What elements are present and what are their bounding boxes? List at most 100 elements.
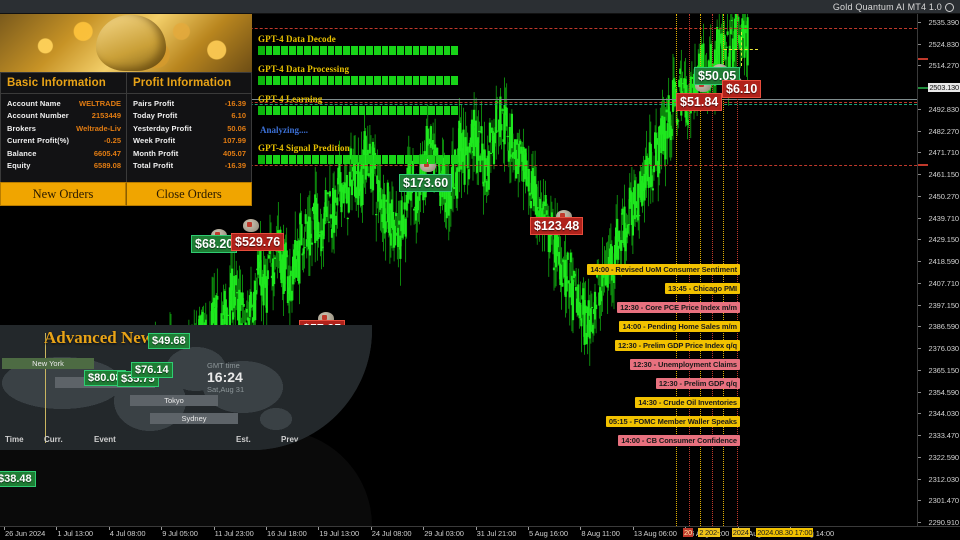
trade-tag-profit[interactable]: $76.14 <box>131 362 173 378</box>
axis-tick <box>918 282 921 284</box>
axis-tick <box>918 195 921 197</box>
trade-tag-profit[interactable]: $38.48 <box>0 471 36 487</box>
news-item[interactable]: 14:00 - CB Consumer Confidence <box>618 435 740 446</box>
axis-tick <box>918 413 921 415</box>
info-row-current-profit: Current Profit(%) -0.25 <box>1 135 126 148</box>
axis-tick <box>918 369 921 371</box>
value-account-number: 2153449 <box>91 111 121 121</box>
basic-information-heading: Basic Information <box>1 73 126 94</box>
price-tick-label: 2365.150 <box>928 365 960 375</box>
info-row-equity: Equity 6589.08 <box>1 160 126 173</box>
time-highlight-label[interactable]: 2024 <box>731 528 750 537</box>
gpt-decode-progressbar <box>258 46 459 55</box>
price-tick-label: 2312.030 <box>928 474 960 484</box>
gold-artwork-banner <box>0 14 252 72</box>
price-tick-label: 2429.150 <box>928 235 960 245</box>
news-item[interactable]: 12:30 - Prelim GDP Price Index q/q <box>614 340 740 351</box>
price-tick-label: 2344.030 <box>928 409 960 419</box>
session-bar-tokyo: Tokyo <box>130 395 218 406</box>
time-axis[interactable]: 26 Jun 2024 1 Jul 13:00 4 Jul 08:00 9 Jul 0… <box>0 526 960 540</box>
label-total-profit: Total Profit <box>133 161 174 171</box>
label-brokers: Brokers <box>7 123 37 133</box>
current-price-tag[interactable]: 2503.130 <box>928 83 960 93</box>
trade-tag-profit[interactable]: $173.60 <box>399 174 453 192</box>
news-item[interactable]: 12:30 - Core PCE Price Index m/m <box>617 302 740 313</box>
price-tick-label: 2407.710 <box>928 278 960 288</box>
value-week-profit: 107.99 <box>223 136 246 146</box>
time-tick-label: 4 Jul 08:00 <box>109 529 146 538</box>
gpt-processing-label: GPT-4 Data Processing <box>258 64 350 74</box>
label-pairs-profit: Pairs Profit <box>133 98 175 108</box>
column-header-time: Time <box>5 435 24 444</box>
time-tick-label: 31 Jul 21:00 <box>476 529 517 538</box>
advanced-news-title: Advanced News <box>44 328 160 347</box>
profit-information-heading: Profit Information <box>127 73 251 94</box>
gmt-time-box: GMT time 16:24 Sat,Aug 31 <box>207 361 244 394</box>
new-orders-button[interactable]: New Orders <box>0 182 126 206</box>
time-highlight-label[interactable]: 2024.08.30 17:00 <box>756 528 814 537</box>
column-header-fcst: Fcst <box>325 435 342 444</box>
axis-tick <box>918 65 921 67</box>
gpt-status-text: Analyzing.... <box>260 125 309 135</box>
price-axis[interactable]: 2535.390 2524.830 2514.270 2503.130 2492.830… <box>917 14 960 527</box>
account-info-panel: Basic Information Account Name WELTRADE … <box>0 14 252 206</box>
value-equity: 6589.08 <box>93 161 121 171</box>
axis-tick <box>918 500 921 502</box>
info-row-account-name: Account Name WELTRADE <box>1 97 126 110</box>
axis-tick <box>918 304 921 306</box>
trade-tag-loss[interactable]: $123.48 <box>530 217 584 235</box>
info-row-account-number: Account Number 2153449 <box>1 110 126 123</box>
axis-tick <box>918 435 921 437</box>
price-tick-label: 2471.710 <box>928 148 960 158</box>
trade-tag-profit[interactable]: $49.68 <box>148 333 190 349</box>
axis-tick <box>918 326 921 328</box>
price-tick-label: 2322.590 <box>928 452 960 462</box>
label-equity: Equity <box>7 161 31 171</box>
gmt-time-value: 16:24 <box>207 369 243 385</box>
axis-tick <box>918 174 921 176</box>
price-tick-label: 2461.150 <box>928 170 960 180</box>
label-week-profit: Week Profit <box>133 136 176 146</box>
time-highlight-label[interactable]: 2 202- <box>698 528 721 537</box>
price-tick-label: 2418.590 <box>928 257 960 267</box>
time-highlight-label[interactable]: 20 <box>683 528 693 537</box>
price-tick-label: 2354.590 <box>928 387 960 397</box>
time-tick-label: 19 Jul 13:00 <box>319 529 360 538</box>
price-tick-label: 2397.150 <box>928 300 960 310</box>
trade-tag-loss[interactable]: $529.76 <box>231 233 285 251</box>
axis-tick <box>918 152 921 154</box>
label-yesterday-profit: Yesterday Profit <box>133 123 192 133</box>
info-row-month-profit: Month Profit 405.07 <box>127 147 251 160</box>
news-item[interactable]: 12:30 - Unemployment Claims <box>630 359 740 370</box>
gpt-row-learning: GPT-4 Learning <box>258 94 459 115</box>
gpt-signal-label: GPT-4 Signal Predition <box>258 143 350 153</box>
axis-tick <box>918 130 921 132</box>
info-row-brokers: Brokers Weltrade-Liv <box>1 122 126 135</box>
close-orders-button[interactable]: Close Orders <box>126 182 252 206</box>
gpt-learning-label: GPT-4 Learning <box>258 94 323 104</box>
price-marker-red <box>918 58 928 60</box>
info-row-yesterday-profit: Yesterday Profit 50.06 <box>127 122 251 135</box>
news-item[interactable]: 14:00 - Pending Home Sales m/m <box>619 321 740 332</box>
news-item[interactable]: 13:45 - Chicago PMI <box>665 283 740 294</box>
news-events-list: 14:00 - Revised UoM Consumer Sentiment 1… <box>560 259 740 449</box>
news-item[interactable]: 05:15 - FOMC Member Waller Speaks <box>605 416 740 427</box>
trade-tag-loss[interactable]: $6.10 <box>722 80 762 98</box>
label-current-profit: Current Profit(%) <box>7 136 70 146</box>
axis-tick <box>918 478 921 480</box>
trade-tag-loss[interactable]: $51.84 <box>676 93 723 111</box>
news-item[interactable]: 14:00 - Revised UoM Consumer Sentiment <box>587 264 740 275</box>
axis-tick <box>918 456 921 458</box>
info-row-total-profit: Total Profit -16.39 <box>127 160 251 173</box>
gpt-row-signal: GPT-4 Signal Predition <box>258 143 459 164</box>
trade-marker[interactable] <box>243 219 259 232</box>
axis-tick <box>918 108 921 110</box>
price-tick-label: 2514.270 <box>928 61 960 71</box>
price-tick-label: 2333.470 <box>928 431 960 441</box>
basic-information-column: Basic Information Account Name WELTRADE … <box>1 73 126 199</box>
price-tick-label: 2376.030 <box>928 344 960 354</box>
news-item[interactable]: 14:30 - Crude Oil Inventories <box>635 397 740 408</box>
news-item[interactable]: 12:30 - Prelim GDP q/q <box>655 378 740 389</box>
gpt-processing-progressbar <box>258 76 459 85</box>
gpt-row-decode: GPT-4 Data Decode <box>258 34 459 55</box>
